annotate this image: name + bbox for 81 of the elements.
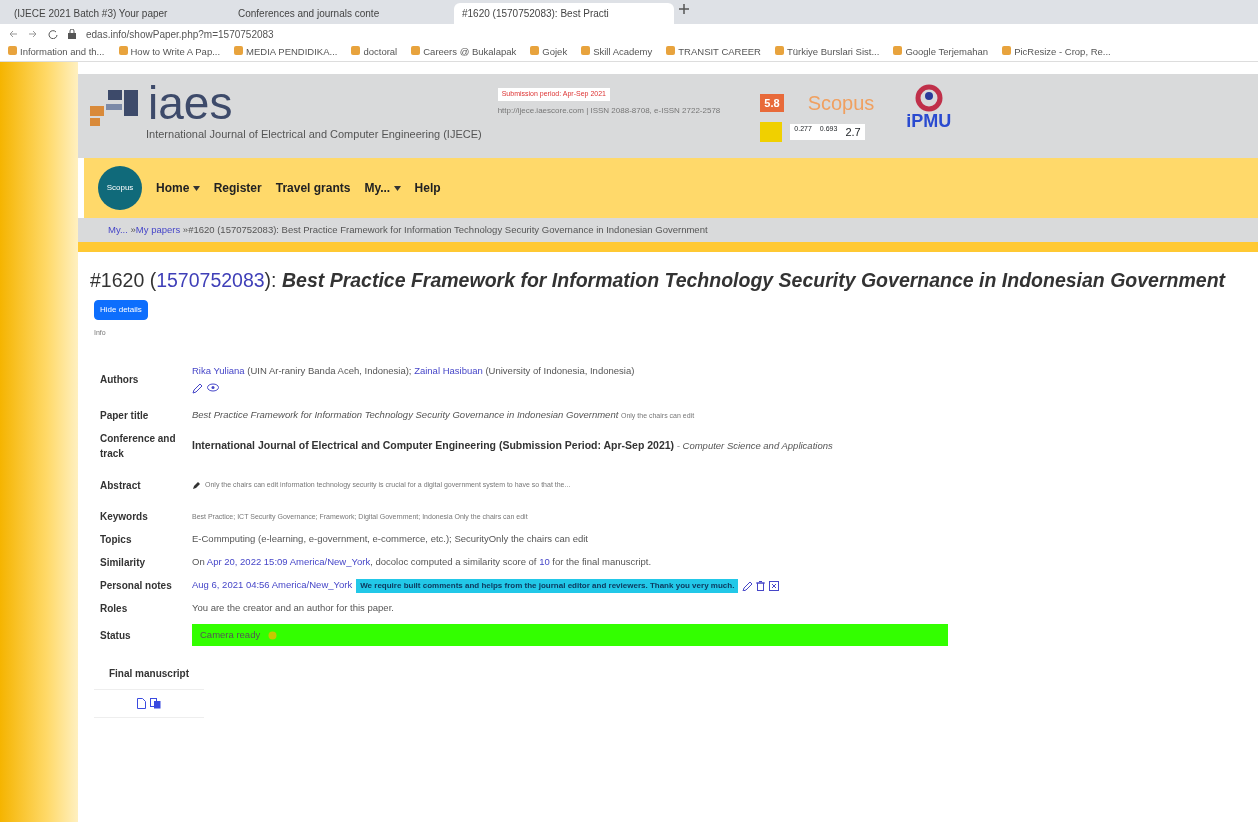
scopus-badge: Scopus <box>98 166 142 210</box>
caret-icon <box>192 186 200 192</box>
paper-number: #1620 <box>90 269 145 292</box>
browser-tab[interactable]: Conferences and journals conte <box>230 3 450 24</box>
bookmark[interactable]: Careers @ Bukalapak <box>411 45 517 60</box>
note-date-link[interactable]: Aug 6, 2021 04:56 America/New_York <box>192 578 353 593</box>
row-label: Conference and track <box>99 432 177 461</box>
paper-id-link[interactable]: 1570752083 <box>156 269 265 292</box>
bookmark[interactable]: Google Terjemahan <box>893 45 989 60</box>
swirl-logo-icon <box>914 84 943 112</box>
cell-text: E-Commputing (e-learning, e-government, e-commerce, etc.); SecurityOnly the chairs can edit <box>192 533 588 545</box>
scopus-logo: Scopus <box>807 91 875 116</box>
issn-text: http://ijece.iaescore.com | ISSN 2088-8708, e-ISSN 2722-2578 <box>497 104 721 117</box>
row-label: Keywords <box>99 510 149 524</box>
logo-text: iaes <box>148 80 233 126</box>
status-text: Camera ready <box>200 627 261 642</box>
trash-icon[interactable] <box>756 580 766 591</box>
author-link[interactable]: Rika Yuliana <box>192 365 245 377</box>
nav-link[interactable]: Help <box>414 179 441 197</box>
paper-title-text: Best Practice Framework for Information Technology Security Governance in Indonesian Government <box>192 409 619 421</box>
section-heading: Final manuscript <box>94 666 204 690</box>
affiliation-text: (UIN Ar-raniry Banda Aceh, Indonesia); <box>247 365 412 377</box>
bookmark[interactable]: Information and th... <box>8 45 105 60</box>
caret-icon <box>393 186 401 192</box>
breadcrumb-item[interactable]: My... <box>108 224 128 235</box>
paren-text: ( <box>149 269 157 292</box>
reload-icon[interactable] <box>48 29 58 39</box>
info-icon <box>268 630 278 640</box>
ipmu-logo: iPMU <box>906 112 952 130</box>
copy-icon[interactable] <box>150 698 161 709</box>
bookmark[interactable]: doctoral <box>351 45 398 60</box>
conference-name: International Journal of Electrical and Computer Engineering (Submission Period: Apr-Sep 2021) <box>192 439 675 452</box>
cell-text: You are the creator and an author for this paper. <box>192 602 394 614</box>
bookmark[interactable]: TRANSIT CAREER <box>666 45 761 60</box>
breadcrumb-item[interactable]: My papers <box>135 224 181 235</box>
bookmark[interactable]: Skill Academy <box>581 45 653 60</box>
row-label: Abstract <box>99 478 142 493</box>
row-label: Personal notes <box>99 579 173 593</box>
nav-link[interactable]: Register <box>213 179 262 197</box>
eye-icon[interactable] <box>207 382 219 392</box>
row-label: Topics <box>99 533 133 547</box>
row-label: Roles <box>99 602 129 616</box>
breadcrumb-separator: » <box>130 224 136 235</box>
paren-text: ): <box>264 269 277 292</box>
row-label: Similarity <box>99 556 147 570</box>
citescore-icon <box>760 122 783 142</box>
metric-value: 2.7 <box>845 124 861 140</box>
browser-tab[interactable]: #1620 (1570752083): Best Practi <box>454 3 674 24</box>
edit-icon[interactable] <box>192 480 201 490</box>
browser-tab[interactable]: (IJECE 2021 Batch #3) Your paper <box>6 3 226 24</box>
hide-details-button[interactable]: Hide details <box>94 299 148 320</box>
similarity-text: On Apr 20, 2022 15:09 America/New_York, docoloc computed a similarity score of 10 for the final manuscript. <box>192 556 652 568</box>
bookmark[interactable]: How to Write A Pap... <box>118 45 221 60</box>
breadcrumb-separator: » <box>182 224 189 235</box>
paper-title-heading: Best Practice Framework for Information Technology Security Governance in Indonesian Government <box>281 269 1226 292</box>
sjr-badge: 5.8 <box>760 93 784 113</box>
lock-icon <box>68 29 76 39</box>
close-icon[interactable] <box>769 580 780 591</box>
author-link[interactable]: Zainal Hasibuan <box>414 365 483 377</box>
row-label: Status <box>99 628 132 643</box>
forward-icon[interactable] <box>28 29 38 39</box>
nav-link[interactable]: Travel grants <box>275 179 351 197</box>
nav-link[interactable]: Home <box>156 179 200 197</box>
track-name: - Computer Science and Applications <box>676 440 833 452</box>
row-label: Paper title <box>99 409 150 423</box>
nav-link[interactable]: My... <box>364 179 401 197</box>
journal-name: International Journal of Electrical and Computer Engineering (IJECE) <box>146 127 482 142</box>
breadcrumb-item: #1620 (1570752083): Best Practice Framework for Information Technology Security Governance in Indonesian Government <box>188 224 708 235</box>
note-text: We require built comments and helps from the journal editor and reviewers. Thank you very much. <box>356 578 739 593</box>
row-label: Authors <box>99 372 140 387</box>
bookmark[interactable]: Türkiye Burslari Sist... <box>775 45 880 60</box>
bookmark[interactable]: MEDIA PENDIDIKA... <box>234 45 338 60</box>
bookmark[interactable]: Gojek <box>530 45 568 60</box>
new-tab-icon[interactable] <box>678 3 690 15</box>
url-field[interactable]: edas.info/showPaper.php?m=1570752083 <box>86 26 274 42</box>
back-icon[interactable] <box>8 29 18 39</box>
bookmark[interactable]: PicResize - Crop, Re... <box>1002 45 1111 60</box>
edit-icon[interactable] <box>742 580 753 591</box>
document-icon[interactable] <box>137 698 146 709</box>
edit-icon[interactable] <box>192 382 203 394</box>
affiliation-text: (University of Indonesia, Indonesia) <box>485 365 635 377</box>
